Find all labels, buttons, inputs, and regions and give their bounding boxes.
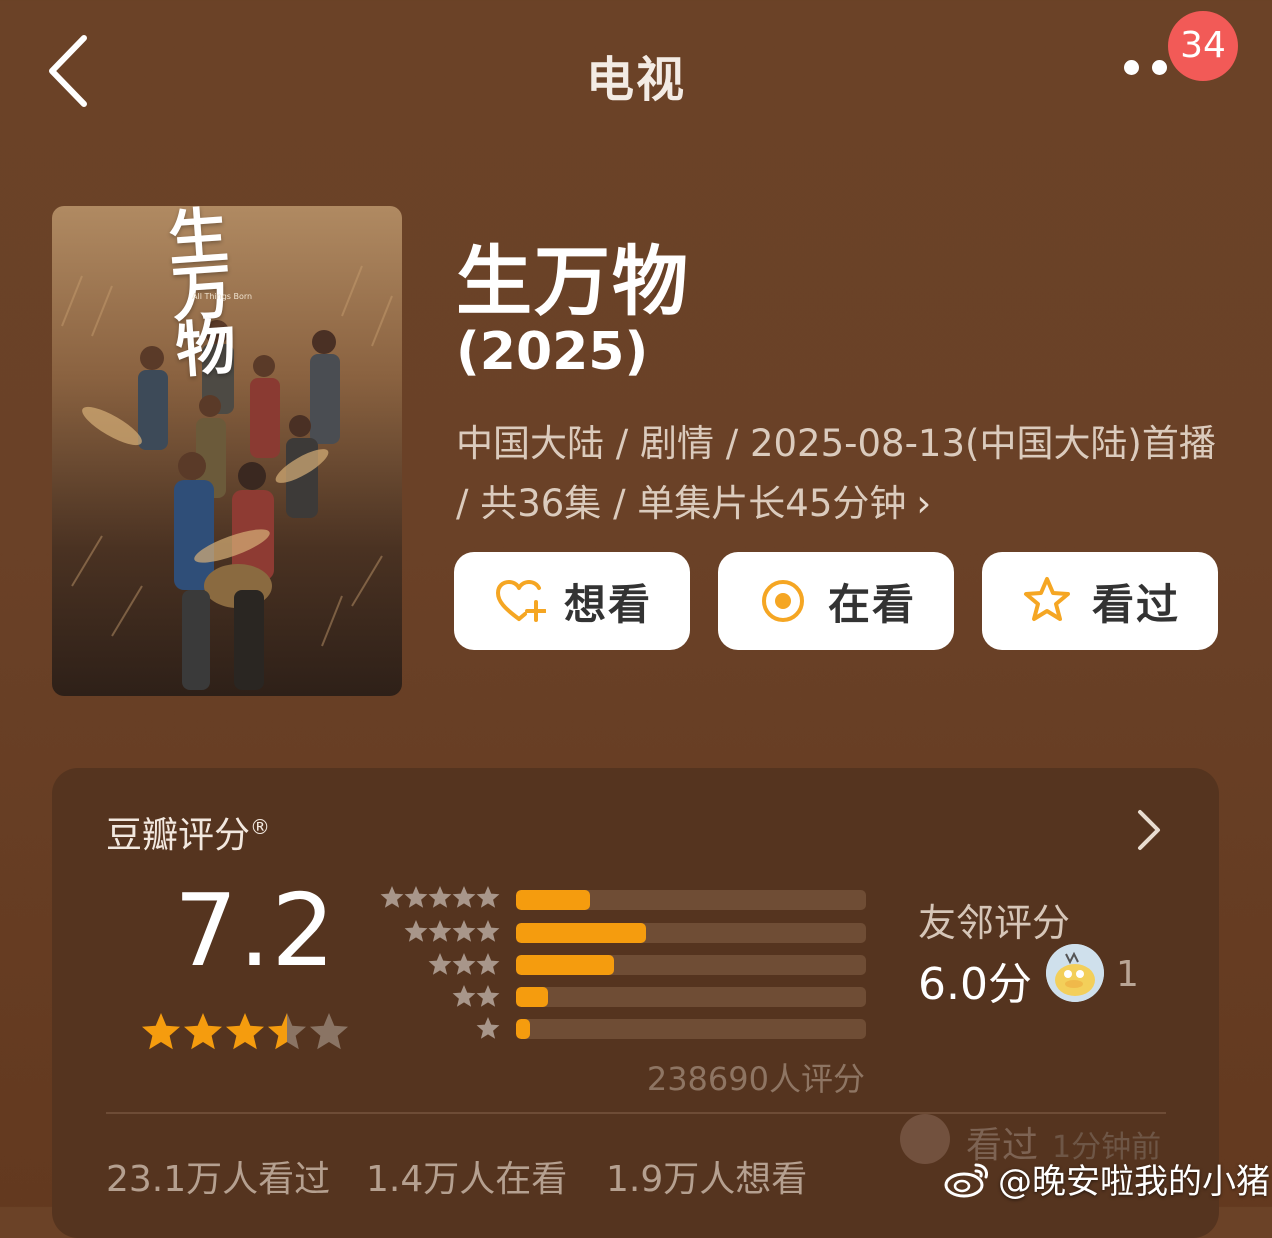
divider	[106, 1112, 1166, 1114]
heart-plus-icon	[495, 580, 546, 622]
weibo-logo-icon	[944, 1163, 988, 1197]
distribution-star	[428, 920, 452, 942]
rating-bar-3	[516, 955, 866, 975]
rating-star	[142, 1013, 180, 1050]
distribution-star	[428, 953, 452, 975]
watermark: @晚安啦我的小猪	[944, 1154, 1270, 1203]
watermark-text: @晚安啦我的小猪	[998, 1162, 1270, 1202]
rating-stars	[142, 1013, 348, 1050]
distribution-star	[404, 920, 428, 942]
more-button[interactable]	[1122, 58, 1178, 78]
rating-bar-5	[516, 890, 866, 910]
rating-count: 238690人评分	[646, 1060, 865, 1098]
distribution-star	[476, 953, 500, 975]
want-to-watch-label: 想看	[563, 579, 652, 629]
rating-detail-chevron-icon[interactable]	[1134, 808, 1164, 852]
rating-bar-2	[516, 987, 866, 1007]
friend-rating-title: 友邻评分	[918, 901, 1071, 945]
distribution-star	[452, 985, 476, 1007]
friend-rating-score: 6.0分	[918, 959, 1032, 1010]
distribution-star	[476, 886, 500, 908]
rating-bar-fill	[516, 955, 614, 975]
star-outline-icon	[1023, 577, 1070, 621]
rating-star	[310, 1013, 348, 1050]
movie-year: (2025)	[456, 322, 649, 382]
friend-avatar[interactable]	[1046, 944, 1104, 1002]
movie-meta-text: 中国大陆 / 剧情 / 2025-08-13(中国大陆)首播 / 共36集 / …	[456, 422, 1216, 525]
stat-want[interactable]: 1.9万人想看	[606, 1150, 807, 1202]
rating-bar-fill	[516, 1019, 530, 1039]
distribution-star	[476, 1017, 500, 1039]
watching-button[interactable]: 在看	[718, 552, 954, 650]
rating-bar-fill	[516, 987, 548, 1007]
page-title: 电视	[585, 52, 686, 108]
rating-title-text: 豆瓣评分	[106, 815, 251, 856]
watched-label: 看过	[1091, 579, 1180, 629]
three-star-row-icon	[428, 953, 500, 975]
watching-label: 在看	[827, 579, 916, 629]
stat-watching[interactable]: 1.4万人在看	[366, 1150, 567, 1202]
more-dots-icon	[1124, 60, 1139, 75]
rating-star	[226, 1013, 264, 1050]
four-star-row-icon	[404, 920, 500, 942]
distribution-star	[452, 920, 476, 942]
want-to-watch-button[interactable]: 想看	[454, 552, 690, 650]
distribution-star	[476, 920, 500, 942]
rating-star	[184, 1013, 222, 1050]
rating-star	[268, 1013, 306, 1050]
rating-title: 豆瓣评分®	[106, 806, 270, 858]
rating-bar-4	[516, 923, 866, 943]
distribution-star	[404, 886, 428, 908]
watched-button[interactable]: 看过	[982, 552, 1218, 650]
meta-chevron-icon: ›	[916, 482, 932, 525]
friend-rating-count: 1	[1116, 954, 1139, 995]
distribution-star	[452, 886, 476, 908]
distribution-star	[452, 953, 476, 975]
two-star-row-icon	[452, 985, 500, 1007]
notification-badge: 34	[1168, 11, 1238, 81]
distribution-star	[380, 886, 404, 908]
target-circle-icon	[761, 580, 804, 622]
registered-mark: ®	[250, 815, 271, 839]
one-star-row-icon	[476, 1017, 500, 1039]
rating-bar-fill	[516, 923, 646, 943]
poster-image[interactable]: 生万物 All Things Born	[52, 206, 402, 696]
distribution-star	[476, 985, 500, 1007]
movie-name: 生万物	[456, 237, 690, 326]
poster-subtitle-art: All Things Born	[192, 292, 253, 301]
rating-bar-1	[516, 1019, 866, 1039]
stat-watched[interactable]: 23.1万人看过	[106, 1150, 330, 1202]
rating-score: 7.2	[174, 872, 337, 989]
movie-meta[interactable]: 中国大陆 / 剧情 / 2025-08-13(中国大陆)首播 / 共36集 / …	[456, 414, 1216, 534]
distribution-star	[428, 886, 452, 908]
five-star-row-icon	[380, 886, 500, 908]
rating-bar-fill	[516, 890, 590, 910]
activity-avatar	[900, 1114, 950, 1164]
